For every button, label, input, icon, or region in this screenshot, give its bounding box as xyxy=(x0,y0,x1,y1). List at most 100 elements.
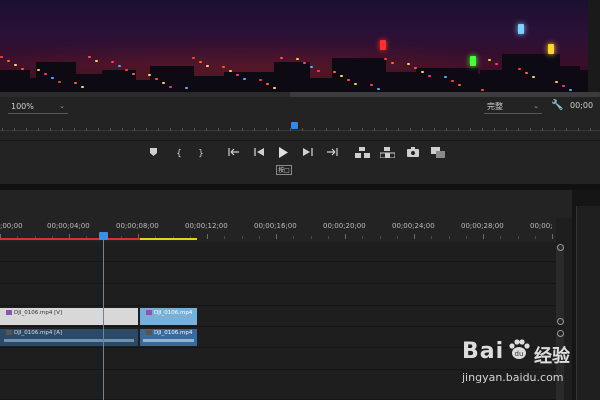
ruler-tick xyxy=(518,236,519,239)
ruler-tick xyxy=(110,128,111,131)
city-light xyxy=(51,77,54,79)
building xyxy=(310,78,332,92)
step-forward-icon[interactable] xyxy=(301,147,315,161)
monitor-scrollbar[interactable] xyxy=(0,92,600,97)
city-light xyxy=(280,57,283,59)
ruler-tick xyxy=(311,236,312,239)
ruler-label: 00;00;12;00 xyxy=(185,222,228,230)
ruler-tick xyxy=(590,128,591,131)
city-light xyxy=(370,84,373,86)
step-back-icon[interactable] xyxy=(252,147,266,161)
city-light xyxy=(111,61,114,63)
fx-badge-icon xyxy=(146,310,152,315)
building xyxy=(36,62,76,92)
city-light xyxy=(407,63,410,65)
city-light xyxy=(148,74,151,76)
camera-icon[interactable] xyxy=(406,147,420,161)
add-marker-icon[interactable] xyxy=(147,147,159,161)
svg-text:du: du xyxy=(515,350,524,358)
city-light xyxy=(37,69,40,71)
ruler-tick xyxy=(293,236,294,239)
city-light xyxy=(458,84,461,86)
comparison-view-icon[interactable] xyxy=(430,147,446,161)
scrollbar-thumb[interactable] xyxy=(290,92,600,97)
playback-quality-select[interactable]: 完整 ⌄ xyxy=(484,100,542,114)
video-clip[interactable]: DJI_0106.mp4 [V] xyxy=(0,308,138,325)
building xyxy=(76,74,102,92)
ruler-tick xyxy=(134,128,135,131)
mark-in-button[interactable]: { xyxy=(174,147,184,161)
city-light xyxy=(444,76,447,78)
city-light xyxy=(259,79,262,81)
audio-clip[interactable]: DJI_0106.mp4 [A] xyxy=(0,329,138,346)
watermark-url: jingyan.baidu.com xyxy=(462,371,564,384)
ruler-tick xyxy=(242,236,243,239)
ruler-tick xyxy=(98,128,99,131)
wrench-icon[interactable]: 🔧 xyxy=(551,100,563,111)
extract-icon[interactable] xyxy=(379,147,395,161)
go-to-out-icon[interactable] xyxy=(325,147,339,161)
ruler-tick xyxy=(328,236,329,239)
zoom-level-select[interactable]: 100% ⌄ xyxy=(8,100,68,114)
video-tracks-scrollbar[interactable] xyxy=(556,246,564,322)
building xyxy=(194,76,224,92)
track-row xyxy=(0,284,556,306)
city-light xyxy=(44,73,47,75)
scroll-zoom-handle[interactable] xyxy=(557,330,564,337)
monitor-time-ruler[interactable] xyxy=(0,118,600,136)
ruler-tick xyxy=(206,128,207,131)
ruler-tick xyxy=(506,128,507,131)
city-light xyxy=(296,58,299,60)
ruler-tick xyxy=(218,128,219,131)
timeline-playhead-handle[interactable] xyxy=(99,232,108,240)
chevron-down-icon: ⌄ xyxy=(533,102,539,110)
city-light xyxy=(132,73,135,75)
city-light xyxy=(236,74,239,76)
chevron-down-icon: ⌄ xyxy=(59,102,65,110)
video-preview xyxy=(0,0,600,92)
audio-clip[interactable]: DJI_0106.mp4 xyxy=(140,329,197,346)
ruler-tick xyxy=(470,128,471,131)
ruler-tick xyxy=(242,128,243,131)
city-light xyxy=(58,81,61,83)
monitor-playhead[interactable] xyxy=(291,122,298,129)
ruler-tick xyxy=(230,128,231,131)
transport-controls: { } xyxy=(0,140,600,181)
video-clip[interactable]: DJI_0106.mp4 xyxy=(140,308,197,325)
building xyxy=(386,72,416,92)
lift-icon[interactable] xyxy=(354,147,370,161)
timeline-playhead-line[interactable] xyxy=(103,232,104,400)
ruler-tick xyxy=(518,128,519,131)
city-light xyxy=(229,70,232,72)
audio-waveform xyxy=(4,339,134,342)
ruler-tick xyxy=(50,128,51,131)
city-light xyxy=(81,86,84,88)
ruler-tick xyxy=(397,236,398,239)
city-light xyxy=(162,82,165,84)
city-light xyxy=(377,88,380,90)
city-light xyxy=(481,89,484,91)
play-icon[interactable] xyxy=(276,147,290,161)
city-light xyxy=(525,72,528,74)
city-light xyxy=(384,58,387,60)
ruler-label: ;00;00 xyxy=(0,222,23,230)
go-to-in-icon[interactable] xyxy=(227,147,241,161)
button-editor-button[interactable]: 按□ xyxy=(276,165,292,175)
ruler-tick xyxy=(542,128,543,131)
ruler-tick xyxy=(466,236,467,239)
city-light xyxy=(347,79,350,81)
quality-value: 完整 xyxy=(487,102,503,111)
ruler-tick xyxy=(530,128,531,131)
clip-label: DJI_0106.mp4 [V] xyxy=(14,310,63,316)
watermark-brand: Bai xyxy=(462,339,505,364)
ruler-label: 00;00; xyxy=(530,222,553,230)
ruler-tick xyxy=(458,128,459,131)
city-light xyxy=(532,76,535,78)
scroll-zoom-handle[interactable] xyxy=(557,244,564,251)
scroll-zoom-handle[interactable] xyxy=(557,318,564,325)
ruler-tick xyxy=(278,128,279,131)
city-light xyxy=(391,62,394,64)
mark-out-button[interactable]: } xyxy=(196,147,206,161)
city-light xyxy=(155,78,158,80)
building xyxy=(102,70,136,92)
